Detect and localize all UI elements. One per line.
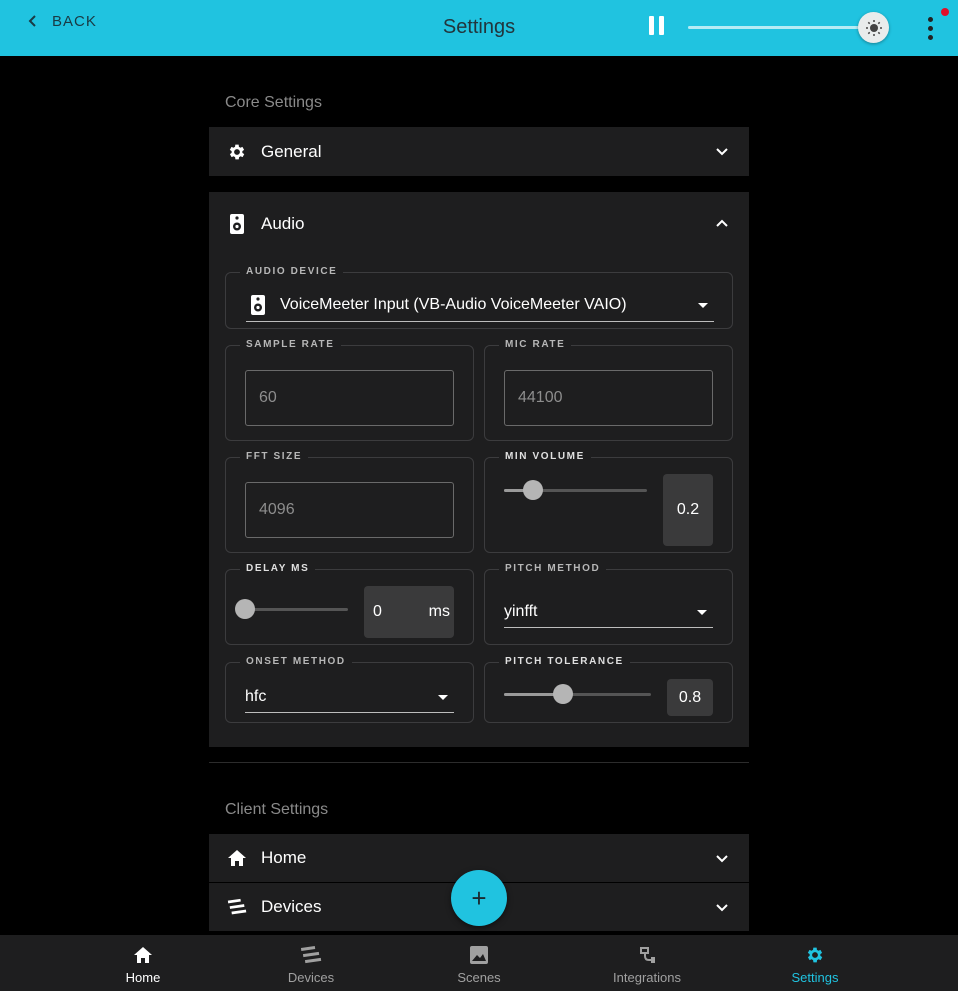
section-divider <box>209 762 749 763</box>
min-volume-legend: MIN VOLUME <box>499 451 591 463</box>
pause-button[interactable] <box>646 16 666 38</box>
nav-label-settings: Settings <box>791 970 839 985</box>
top-app-bar: BACK Settings <box>0 0 958 56</box>
brightness-fill <box>688 26 860 29</box>
pitch-tolerance-field: PITCH TOLERANCE 0.8 <box>484 656 733 723</box>
devices-icon <box>300 944 322 966</box>
chevron-down-icon <box>716 148 728 156</box>
onset-method-legend: ONSET METHOD <box>240 656 352 668</box>
pitch-method-field: PITCH METHOD yinfft <box>484 563 733 645</box>
audio-device-value: VoiceMeeter Input (VB-Audio VoiceMeeter … <box>280 296 627 313</box>
mic-rate-legend: MIC RATE <box>499 339 572 351</box>
onset-method-value: hfc <box>245 687 267 705</box>
brightness-thumb[interactable] <box>858 12 889 43</box>
delay-ms-legend: DELAY MS <box>240 563 316 575</box>
sample-rate-field: SAMPLE RATE 60 <box>225 339 474 441</box>
pitch-method-legend: PITCH METHOD <box>499 563 607 575</box>
min-volume-field: MIN VOLUME 0.2 <box>484 451 733 553</box>
general-label: General <box>261 141 322 161</box>
pause-icon <box>648 16 654 35</box>
chevron-up-icon <box>716 219 728 227</box>
audio-device-field: AUDIO DEVICE VoiceMeeter Input (VB-Audio… <box>225 266 733 329</box>
gear-icon <box>227 142 247 162</box>
pitch-tolerance-legend: PITCH TOLERANCE <box>499 656 630 668</box>
core-settings-title: Core Settings <box>225 94 322 111</box>
nav-item-home[interactable]: Home <box>83 935 203 991</box>
general-panel-header[interactable]: General <box>209 127 749 176</box>
sample-rate-legend: SAMPLE RATE <box>240 339 341 351</box>
chevron-down-icon <box>716 904 728 912</box>
nav-item-scenes[interactable]: Scenes <box>419 935 539 991</box>
sample-rate-input[interactable]: 60 <box>245 370 454 426</box>
general-panel: General <box>209 127 749 176</box>
delay-ms-slider[interactable] <box>245 608 348 611</box>
home-icon <box>227 848 247 868</box>
mic-rate-input[interactable]: 44100 <box>504 370 713 426</box>
image-icon <box>468 944 490 966</box>
more-options-button[interactable] <box>920 14 940 42</box>
min-volume-value[interactable]: 0.2 <box>663 474 713 546</box>
delay-ms-input[interactable]: 0 ms <box>364 586 454 638</box>
min-volume-thumb[interactable] <box>522 480 543 500</box>
delay-ms-field: DELAY MS 0 ms <box>225 563 474 645</box>
nav-item-integrations[interactable]: Integrations <box>587 935 707 991</box>
audio-panel: Audio AUDIO DEVICE VoiceMeeter Input (VB… <box>209 192 749 747</box>
delay-ms-thumb[interactable] <box>235 599 255 619</box>
more-vert-icon <box>927 16 933 22</box>
home-icon <box>132 944 154 966</box>
dropdown-arrow-icon <box>438 694 448 700</box>
client-settings-title: Client Settings <box>225 801 329 818</box>
pitch-tolerance-thumb[interactable] <box>552 684 573 704</box>
dropdown-arrow-icon <box>698 303 708 308</box>
nav-item-devices[interactable]: Devices <box>251 935 371 991</box>
chevron-down-icon <box>716 855 728 863</box>
delay-ms-value: 0 <box>373 603 382 620</box>
audio-label: Audio <box>261 213 305 233</box>
speaker-icon <box>227 213 247 234</box>
devices-icon <box>227 897 247 917</box>
brightness-slider[interactable] <box>688 26 874 29</box>
audio-panel-header[interactable]: Audio <box>209 192 749 255</box>
fft-size-legend: FFT SIZE <box>240 451 309 463</box>
sun-icon <box>865 19 882 36</box>
pitch-tolerance-slider[interactable] <box>504 693 651 696</box>
pitch-tolerance-value[interactable]: 0.8 <box>667 679 713 716</box>
gear-icon <box>804 944 826 966</box>
nav-label-home: Home <box>125 970 161 985</box>
bottom-navigation: Home Devices Scenes Integrations Setting… <box>0 935 958 991</box>
fft-size-input[interactable]: 4096 <box>245 482 454 538</box>
pitch-method-value: yinfft <box>504 602 538 620</box>
onset-method-field: ONSET METHOD hfc <box>225 656 474 723</box>
nav-label-integrations: Integrations <box>613 970 681 985</box>
fft-size-field: FFT SIZE 4096 <box>225 451 474 553</box>
delay-ms-unit: ms <box>428 603 450 620</box>
plug-icon <box>636 944 658 966</box>
dropdown-arrow-icon <box>697 609 707 615</box>
add-fab-button[interactable]: + <box>451 870 507 926</box>
devices-label: Devices <box>261 897 322 916</box>
pitch-method-select[interactable]: yinfft <box>504 596 713 628</box>
audio-device-legend: AUDIO DEVICE <box>240 266 344 278</box>
home-label: Home <box>261 848 307 867</box>
plus-icon: + <box>471 882 487 913</box>
nav-item-settings[interactable]: Settings <box>755 935 875 991</box>
speaker-icon <box>251 295 265 315</box>
nav-label-scenes: Scenes <box>457 970 501 985</box>
audio-device-select[interactable]: VoiceMeeter Input (VB-Audio VoiceMeeter … <box>246 289 714 322</box>
onset-method-select[interactable]: hfc <box>245 681 454 713</box>
nav-label-devices: Devices <box>287 970 335 985</box>
mic-rate-field: MIC RATE 44100 <box>484 339 733 441</box>
notification-badge <box>941 8 949 16</box>
